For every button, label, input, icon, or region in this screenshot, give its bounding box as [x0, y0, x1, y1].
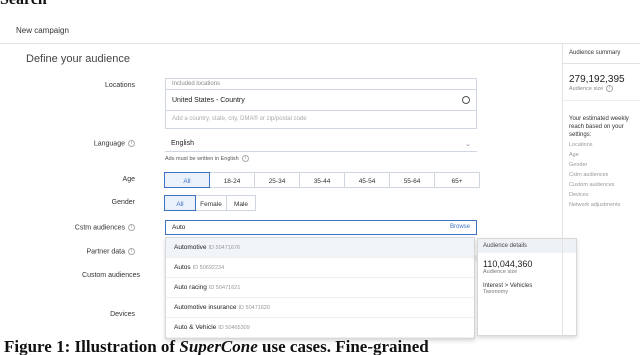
criteria-item: Locations: [569, 142, 593, 148]
criteria-item: Custom audiences: [569, 182, 615, 188]
location-item[interactable]: United States - Country: [165, 89, 477, 111]
summary-size-label: Audience size i: [563, 85, 640, 92]
suggestion-item[interactable]: Automotive insurance ID 50471620: [166, 298, 474, 318]
suggestion-item[interactable]: Autos ID 50692234: [166, 258, 474, 278]
info-icon[interactable]: i: [241, 155, 249, 162]
info-icon[interactable]: i: [128, 140, 135, 147]
language-value: English: [171, 140, 194, 147]
section-title: Define your audience: [26, 53, 130, 65]
audience-search-value: Auto: [172, 224, 186, 231]
gender-option-female[interactable]: Female: [195, 195, 227, 211]
summary-criteria-list: Locations Age Gender Cstm audiences Cust…: [563, 139, 640, 209]
info-icon[interactable]: i: [128, 224, 135, 231]
age-label: Age: [122, 176, 135, 183]
summary-header: Audience summary: [563, 44, 640, 64]
age-option-all[interactable]: All: [164, 172, 210, 188]
criteria-item: Cstm audiences: [569, 172, 609, 178]
audience-search-input[interactable]: Auto Browse: [165, 220, 477, 235]
language-note: Ads must be written in English i: [165, 155, 249, 162]
info-icon[interactable]: i: [128, 248, 135, 255]
suggestion-item[interactable]: Automotive ID 50471676: [166, 238, 474, 258]
figure-caption: Figure 1: Illustration of SuperCone use …: [4, 337, 429, 355]
locations-label: Locations: [105, 82, 135, 89]
popover-caret: [473, 253, 478, 263]
gender-label: Gender: [111, 199, 135, 206]
browse-link[interactable]: Browse: [450, 224, 470, 230]
age-option-45-54[interactable]: 45-54: [344, 172, 390, 188]
summary-size: 279,192,395: [569, 74, 625, 85]
criteria-item: Devices: [569, 192, 589, 198]
summary-estimate-text: Your estimated weekly reach based on you…: [563, 100, 640, 139]
partner-data-label: Partner data i: [0, 248, 135, 255]
suggestion-dropdown: Automotive ID 50471676 Autos ID 50692234 A…: [165, 237, 475, 339]
location-search-input[interactable]: Add a country, state, city, DMA® or zip/…: [165, 111, 477, 129]
gender-option-male[interactable]: Male: [226, 195, 256, 211]
age-option-18-24[interactable]: 18-24: [209, 172, 255, 188]
criteria-item: Age: [569, 152, 579, 158]
age-option-55-64[interactable]: 55-64: [389, 172, 435, 188]
page-title: New campaign: [16, 26, 69, 35]
suggestion-item[interactable]: Auto racing ID 50471621: [166, 278, 474, 298]
age-option-35-44[interactable]: 35-44: [299, 172, 345, 188]
age-option-25-34[interactable]: 25-34: [254, 172, 300, 188]
age-selector: All 18-24 25-34 35-44 45-54 55-64 65+: [164, 172, 480, 188]
criteria-item: Gender: [569, 162, 588, 168]
gender-option-all[interactable]: All: [164, 195, 196, 211]
audience-summary-panel: Audience summary 279,192,395 Audience si…: [562, 44, 640, 339]
chevron-down-icon: ⌄: [465, 141, 471, 148]
location-value: United States - Country: [172, 97, 245, 104]
custom-audiences-label: Custom audiences: [82, 272, 140, 279]
gender-selector: All Female Male: [164, 195, 256, 211]
criteria-item: Network adjustments: [569, 202, 621, 208]
page-header: New campaign: [0, 0, 640, 44]
suggestion-item[interactable]: Auto & Vehicle ID 50465309: [166, 318, 474, 338]
info-icon[interactable]: i: [606, 85, 614, 92]
devices-label: Devices: [110, 311, 135, 318]
age-option-65-plus[interactable]: 65+: [434, 172, 480, 188]
pin-icon[interactable]: [462, 96, 470, 104]
included-locations-header: Included locations: [165, 78, 477, 89]
language-select[interactable]: English ⌄: [165, 137, 477, 152]
language-label: Language i: [0, 140, 135, 147]
cstm-audiences-label: Cstm audiences i: [0, 224, 135, 231]
